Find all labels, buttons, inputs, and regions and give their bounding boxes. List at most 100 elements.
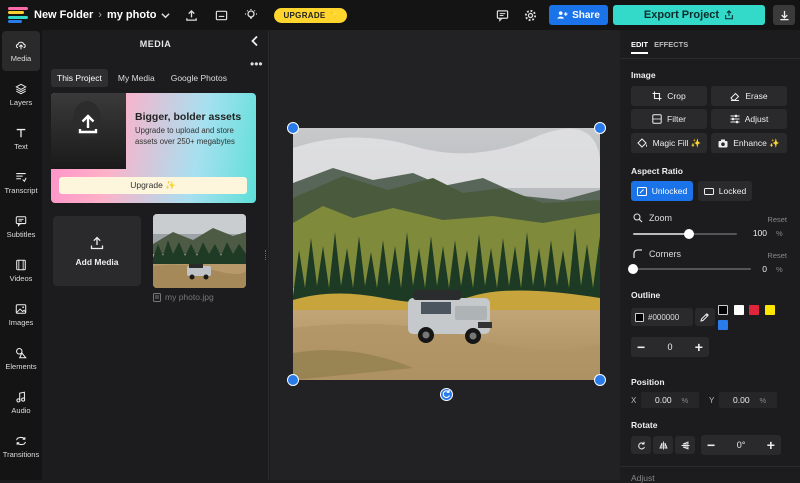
chevron-right-icon: › [98,9,102,21]
transitions-icon [16,436,26,446]
lightbulb-icon[interactable] [242,6,260,24]
erase-button[interactable]: Erase [711,86,787,106]
nav-images-label: Images [8,318,34,327]
edit-tabs: EDIT EFFECTS [631,40,688,54]
thumbnail-filename: my photo.jpg [165,292,214,302]
rotate-icon [637,441,645,449]
position-section-title: Position [631,377,665,387]
flip-horizontal-button[interactable] [653,436,673,454]
panel-resize-handle[interactable] [265,250,268,260]
text-icon [16,128,26,138]
tab-google-photos[interactable]: Google Photos [165,69,233,87]
magic-fill-button[interactable]: Magic Fill ✨ [631,133,707,153]
collapse-panel-chevron-left-icon[interactable] [250,35,260,50]
adjust-button[interactable]: Adjust [711,109,787,129]
upload-icon[interactable] [182,6,200,24]
nav-audio[interactable]: Audio [2,383,40,423]
nav-subtitles[interactable]: Subtitles [2,207,40,247]
outline-width-stepper[interactable]: − 0 + [631,337,709,357]
x-value: 0.00 [655,395,672,405]
canvas-area[interactable] [265,30,620,480]
crop-button[interactable]: Crop [631,86,707,106]
app-logo-icon[interactable] [8,7,28,23]
outline-color-field[interactable]: #000000 [631,308,693,326]
filter-icon [652,114,662,124]
x-position-field[interactable]: 0.00 % [641,392,699,408]
download-button[interactable] [773,5,795,25]
tab-my-media[interactable]: My Media [112,69,161,87]
tab-effects[interactable]: EFFECTS [654,40,688,54]
breadcrumb-file[interactable]: my photo [107,9,157,21]
nav-text[interactable]: Text [2,119,40,159]
corners-reset-button[interactable]: Reset [767,251,787,260]
nav-elements-label: Elements [5,362,37,371]
download-icon [779,10,789,20]
locked-toggle[interactable]: Locked [698,181,752,201]
nav-layers[interactable]: Layers [2,75,40,115]
comment-icon[interactable] [493,6,511,24]
breadcrumb-folder[interactable]: New Folder [34,9,93,21]
nav-videos[interactable]: Videos [2,251,40,291]
rotate-plus-icon[interactable]: + [767,437,775,453]
unlocked-toggle[interactable]: Unlocked [631,181,693,201]
transcript-icon [16,173,27,183]
music-note-icon [16,391,26,403]
rotate-value[interactable]: 0° [737,440,746,450]
outline-width-value[interactable]: 0 [667,342,672,352]
resize-handle-bottom-right[interactable] [594,374,606,386]
tab-edit[interactable]: EDIT [631,40,649,54]
resize-handle-top-left[interactable] [287,122,299,134]
upload-icon [90,236,104,249]
media-thumbnail[interactable] [153,214,246,288]
filter-button[interactable]: Filter [631,109,707,129]
zoom-slider-knob[interactable] [684,229,695,239]
canvas-photo[interactable] [287,122,606,386]
flip-vertical-button[interactable] [675,436,695,454]
adjust-section-title: Adjust [631,473,655,483]
nav-transcript[interactable]: Transcript [2,163,40,203]
swatch-black[interactable] [718,305,728,315]
settings-gear-icon[interactable] [521,6,539,24]
nav-media[interactable]: Media [2,31,40,71]
enhance-button[interactable]: Enhance ✨ [711,133,787,153]
zoom-value[interactable]: 100 [749,228,767,238]
tab-this-project[interactable]: This Project [51,69,108,87]
breadcrumb: New Folder › my photo [34,9,171,21]
resize-handle-bottom-left[interactable] [287,374,299,386]
corners-slider-track[interactable] [628,264,751,274]
add-media-button[interactable]: Add Media [53,216,141,286]
corners-text: Corners [649,249,682,259]
chevron-down-icon[interactable] [161,11,171,20]
caption-icon[interactable] [212,6,230,24]
y-position-field[interactable]: 0.00 % [719,392,777,408]
export-project-button[interactable]: Export Project [613,5,765,25]
plus-icon[interactable]: + [695,339,703,355]
rotate-minus-icon[interactable]: − [707,437,715,453]
upgrade-button[interactable]: UPGRADE ✨ [274,7,348,23]
nav-layers-label: Layers [9,98,33,107]
resize-handle-top-right[interactable] [594,122,606,134]
rotate-ccw-button[interactable] [631,436,651,454]
swatch-blue[interactable] [718,320,728,330]
upload-cloud-icon [15,41,26,50]
share-button[interactable]: Share [549,5,608,25]
eyedropper-button[interactable] [695,308,715,326]
swatch-white[interactable] [734,305,744,315]
rotate-stepper[interactable]: − 0° + [701,435,781,455]
promo-upgrade-button[interactable]: Upgrade ✨ [59,177,247,194]
nav-transitions[interactable]: Transitions [2,427,40,467]
swatch-red[interactable] [749,305,759,315]
more-options-icon[interactable]: ••• [250,57,263,71]
corners-slider-knob[interactable] [628,264,638,274]
zoom-slider-track[interactable] [633,229,737,239]
nav-transcript-label: Transcript [4,186,38,195]
minus-icon[interactable]: − [637,339,645,355]
corners-value[interactable]: 0 [755,264,767,274]
shapes-icon [16,348,27,359]
nav-images[interactable]: Images [2,295,40,335]
rotate-handle-icon[interactable] [440,388,453,401]
zoom-reset-button[interactable]: Reset [767,215,787,224]
swatch-yellow[interactable] [765,305,775,315]
nav-elements[interactable]: Elements [2,339,40,379]
upgrade-promo-card: Bigger, bolder assets Upgrade to upload … [51,93,256,203]
